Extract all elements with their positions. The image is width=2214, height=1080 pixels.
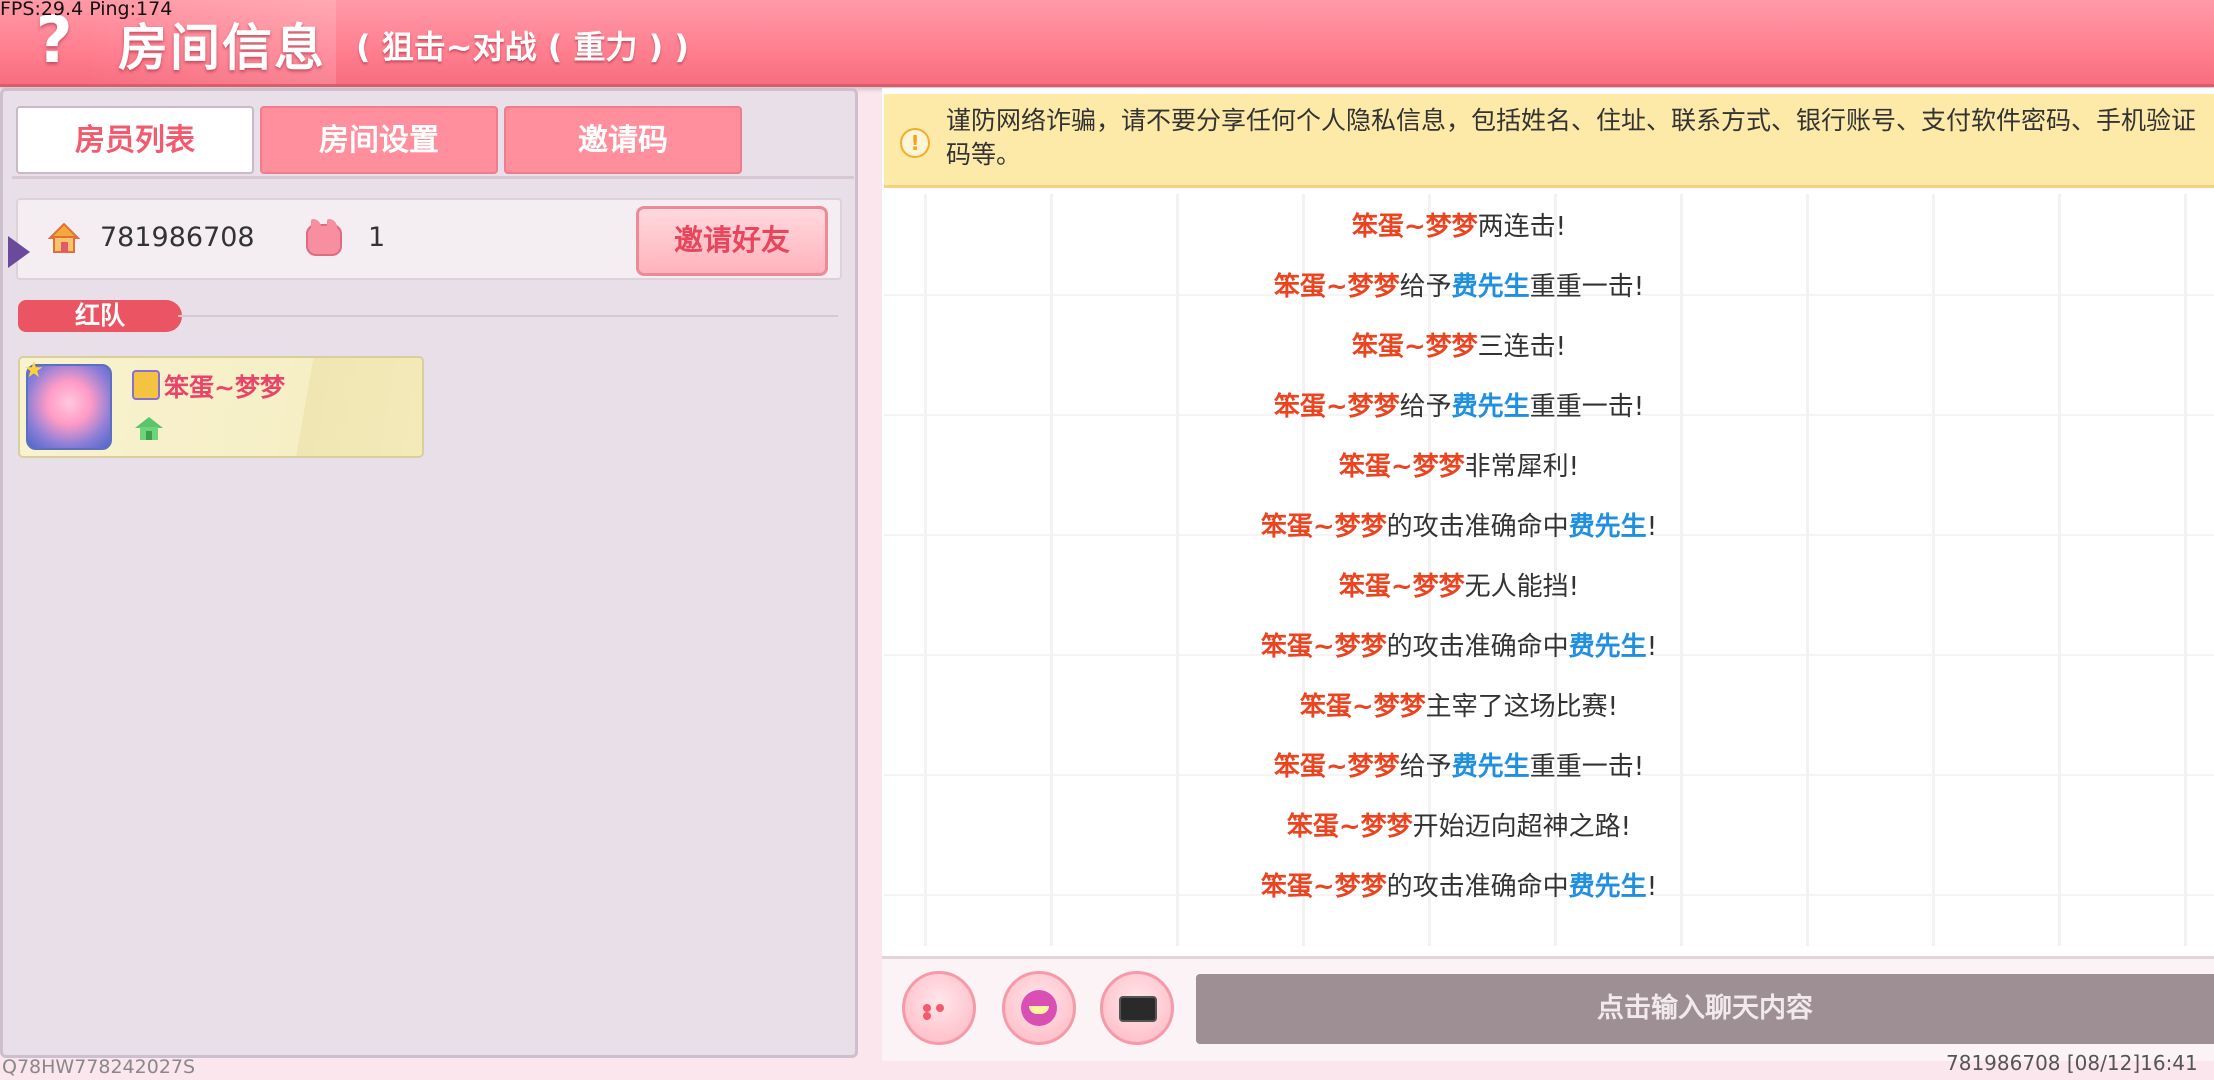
team-divider [178,315,838,317]
attacker-name: 笨蛋~梦梦 [1273,752,1400,782]
target-name: 费先生 [1451,752,1530,782]
target-name: 费先生 [1568,872,1647,902]
player-count: 1 [368,222,386,253]
chat-message: 笨蛋~梦梦给予费先生重重一击! [884,386,2034,423]
message-text: 非常犀利! [1464,452,1580,482]
chat-message: 笨蛋~梦梦三连击! [884,326,2034,363]
message-text: 三连击! [1477,332,1567,362]
attacker-name: 笨蛋~梦梦 [1338,452,1465,482]
home-icon [47,222,81,253]
message-text: 无人能挡! [1464,572,1580,602]
attacker-name: 笨蛋~梦梦 [1273,392,1400,422]
card-button[interactable] [1100,971,1174,1045]
target-name: 费先生 [1568,632,1647,662]
host-home-icon [135,417,163,440]
room-id: 781986708 [100,222,255,253]
side-expand-arrow-icon[interactable] [8,236,30,268]
message-text: 给予 [1399,272,1452,302]
attacker-name: 笨蛋~梦梦 [1338,572,1465,602]
attacker-name: 笨蛋~梦梦 [1260,512,1387,542]
emoji-button[interactable] [1002,971,1076,1045]
player-count-icon [306,219,342,256]
target-name: 费先生 [1568,512,1647,542]
message-text: 两连击! [1477,212,1567,242]
card-icon [1119,996,1157,1022]
chat-input[interactable]: 点击输入聊天内容 [1196,974,2214,1044]
title-bar: ? 房间信息 ( 狙击~对战 ( 重力 ) ) [0,0,2214,87]
emoji-face-icon [1021,990,1057,1026]
message-text: 给予 [1399,392,1452,422]
message-text: 的攻击准确命中 [1386,512,1569,542]
chat-message: 笨蛋~梦梦的攻击准确命中费先生! [884,866,2034,903]
chat-message: 笨蛋~梦梦的攻击准确命中费先生! [884,506,2034,543]
attacker-name: 笨蛋~梦梦 [1260,632,1387,662]
message-text: 开始迈向超神之路! [1412,812,1632,842]
chat-message: 笨蛋~梦梦给予费先生重重一击! [884,746,2034,783]
target-name: 费先生 [1451,272,1530,302]
tab-room-settings[interactable]: 房间设置 [260,106,498,174]
tabs-divider [12,176,854,179]
attacker-name: 笨蛋~梦梦 [1273,272,1400,302]
message-text: ! [1646,512,1658,542]
message-text: 的攻击准确命中 [1386,632,1569,662]
message-text: 重重一击! [1529,392,1645,422]
chat-message: 笨蛋~梦梦两连击! [884,206,2034,243]
fraud-warning-notice: ! 谨防网络诈骗，请不要分享任何个人隐私信息，包括姓名、住址、联系方式、银行账号… [884,94,2214,188]
room-mode-subtitle: ( 狙击~对战 ( 重力 ) ) [356,28,690,66]
chat-message: 笨蛋~梦梦开始迈向超神之路! [884,806,2034,843]
chat-message-list[interactable]: 笨蛋~梦梦两连击! 笨蛋~梦梦给予费先生重重一击! 笨蛋~梦梦三连击! 笨蛋~梦梦给予… [884,194,2214,946]
invite-friends-button[interactable]: 邀请好友 [636,206,828,276]
chat-input-bar: 点击输入聊天内容 [882,956,2214,1061]
attacker-name: 笨蛋~梦梦 [1351,332,1478,362]
star-icon: ★ [24,358,44,383]
message-text: 的攻击准确命中 [1386,872,1569,902]
player-card[interactable]: ★ 笨蛋~梦梦 [18,356,424,458]
notice-text: 谨防网络诈骗，请不要分享任何个人隐私信息，包括姓名、住址、联系方式、银行账号、支… [946,106,2197,169]
target-name: 费先生 [1451,392,1530,422]
attacker-name: 笨蛋~梦梦 [1286,812,1413,842]
chat-message: 笨蛋~梦梦无人能挡! [884,566,2034,603]
chat-panel: ! 谨防网络诈骗，请不要分享任何个人隐私信息，包括姓名、住址、联系方式、银行账号… [882,88,2214,1061]
fps-ping-readout: FPS:29.4 Ping:174 [0,0,173,20]
more-button[interactable] [902,971,976,1045]
tab-invite-code[interactable]: 邀请码 [504,106,742,174]
chat-message: 笨蛋~梦梦主宰了这场比赛! [884,686,2034,723]
message-text: 主宰了这场比赛! [1425,692,1619,722]
chat-message: 笨蛋~梦梦给予费先生重重一击! [884,266,2034,303]
rank-badge-icon [132,370,160,400]
message-text: ! [1646,632,1658,662]
more-dots-icon [923,1004,959,1020]
attacker-name: 笨蛋~梦梦 [1260,872,1387,902]
device-code: Q78HW778242027S [2,1056,196,1078]
team-red-badge: 红队 [18,300,182,332]
room-id-timestamp: 781986708 [08/12]16:41 [1946,1051,2198,1075]
message-text: 给予 [1399,752,1452,782]
tab-member-list[interactable]: 房员列表 [16,106,254,174]
chat-message: 笨蛋~梦梦的攻击准确命中费先生! [884,626,2034,663]
message-text: 重重一击! [1529,272,1645,302]
message-text: 重重一击! [1529,752,1645,782]
chat-message: 笨蛋~梦梦非常犀利! [884,446,2034,483]
attacker-name: 笨蛋~梦梦 [1299,692,1426,722]
player-name: 笨蛋~梦梦 [164,373,285,402]
room-info-bar: 781986708 1 邀请好友 [16,198,842,280]
attacker-name: 笨蛋~梦梦 [1351,212,1478,242]
warning-icon: ! [900,128,930,158]
message-text: ! [1646,872,1658,902]
